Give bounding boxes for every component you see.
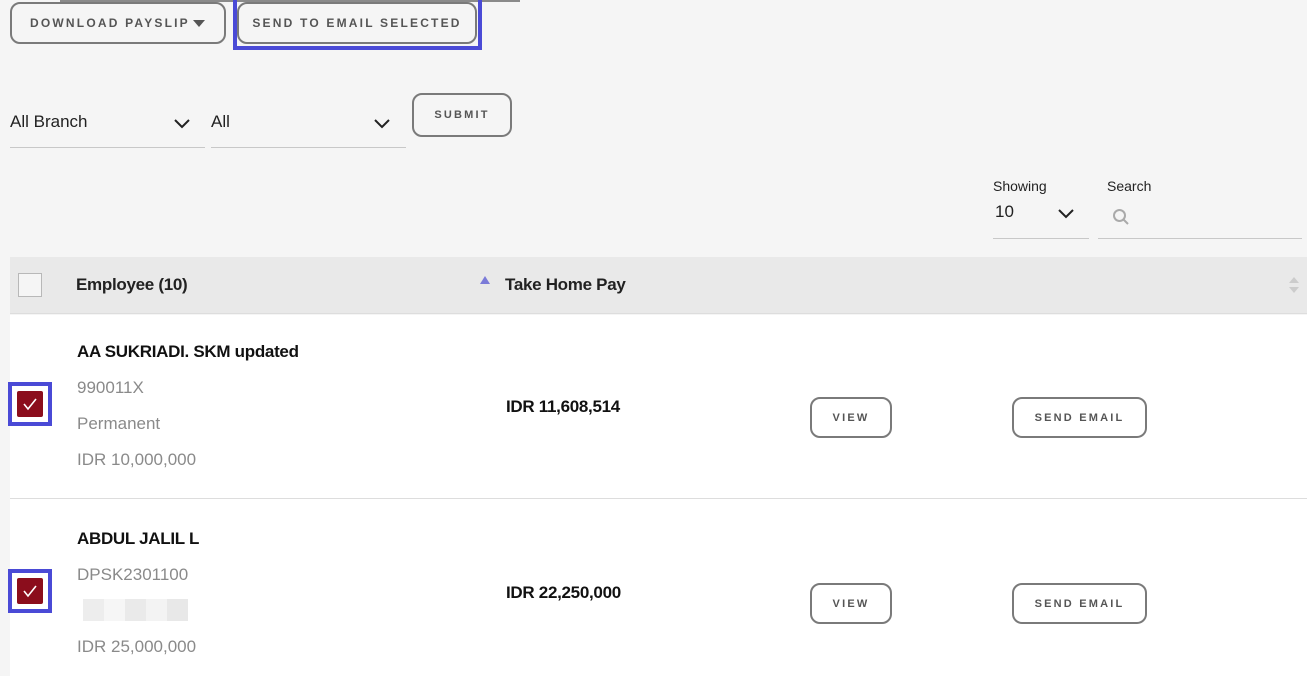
page-size-select[interactable]: 10 — [993, 192, 1089, 239]
view-button[interactable]: VIEW — [810, 397, 892, 438]
page-size-value: 10 — [995, 202, 1014, 221]
table-row: AA SUKRIADI. SKM updated 990011X Permane… — [8, 315, 1307, 498]
employee-salary: IDR 10,000,000 — [77, 450, 197, 469]
caret-down-icon — [192, 20, 205, 27]
redacted-status — [83, 599, 188, 621]
employee-column-header[interactable]: Employee (10) — [76, 275, 188, 295]
submit-label: SUBMIT — [434, 109, 490, 121]
send-email-button[interactable]: SEND EMAIL — [1012, 583, 1147, 624]
checkbox-highlight — [8, 569, 52, 613]
select-all-checkbox[interactable] — [18, 273, 42, 297]
sort-asc-icon[interactable] — [480, 276, 490, 284]
selection-highlight — [233, 0, 482, 50]
send-email-button[interactable]: SEND EMAIL — [1012, 397, 1147, 438]
type-select[interactable]: All — [211, 98, 406, 148]
search-input[interactable] — [1098, 192, 1302, 239]
table-row: ABDUL JALIL L DPSK2301100 IDR 25,000,000… — [8, 499, 1307, 676]
employee-status: Permanent — [77, 414, 161, 433]
checkbox-highlight — [8, 382, 52, 426]
view-label: VIEW — [832, 597, 870, 610]
employee-name: AA SUKRIADI. SKM updated — [77, 342, 299, 361]
download-payslip-button[interactable]: DOWNLOAD PAYSLIP — [10, 2, 226, 44]
search-icon — [1113, 209, 1129, 225]
employee-salary: IDR 25,000,000 — [77, 637, 197, 656]
view-button[interactable]: VIEW — [810, 583, 892, 624]
type-select-value: All — [211, 112, 230, 131]
take-home-pay: IDR 11,608,514 — [506, 397, 620, 416]
send-email-label: SEND EMAIL — [1034, 597, 1125, 610]
table-header: Employee (10) Take Home Pay — [10, 257, 1307, 314]
chevron-down-icon — [1058, 209, 1074, 219]
take-home-column-header[interactable]: Take Home Pay — [505, 275, 626, 295]
view-label: VIEW — [832, 411, 870, 424]
branch-select-value: All Branch — [10, 112, 88, 131]
chevron-down-icon — [374, 119, 390, 129]
employee-name: ABDUL JALIL L — [77, 529, 200, 548]
branch-select[interactable]: All Branch — [10, 98, 205, 148]
send-email-label: SEND EMAIL — [1034, 411, 1125, 424]
download-payslip-label: DOWNLOAD PAYSLIP — [30, 16, 190, 30]
take-home-pay: IDR 22,250,000 — [506, 583, 621, 602]
employee-id: DPSK2301100 — [77, 565, 189, 584]
sort-both-icon[interactable] — [1289, 277, 1299, 293]
chevron-down-icon — [174, 119, 190, 129]
submit-button[interactable]: SUBMIT — [412, 93, 512, 137]
employee-id: 990011X — [77, 378, 144, 397]
